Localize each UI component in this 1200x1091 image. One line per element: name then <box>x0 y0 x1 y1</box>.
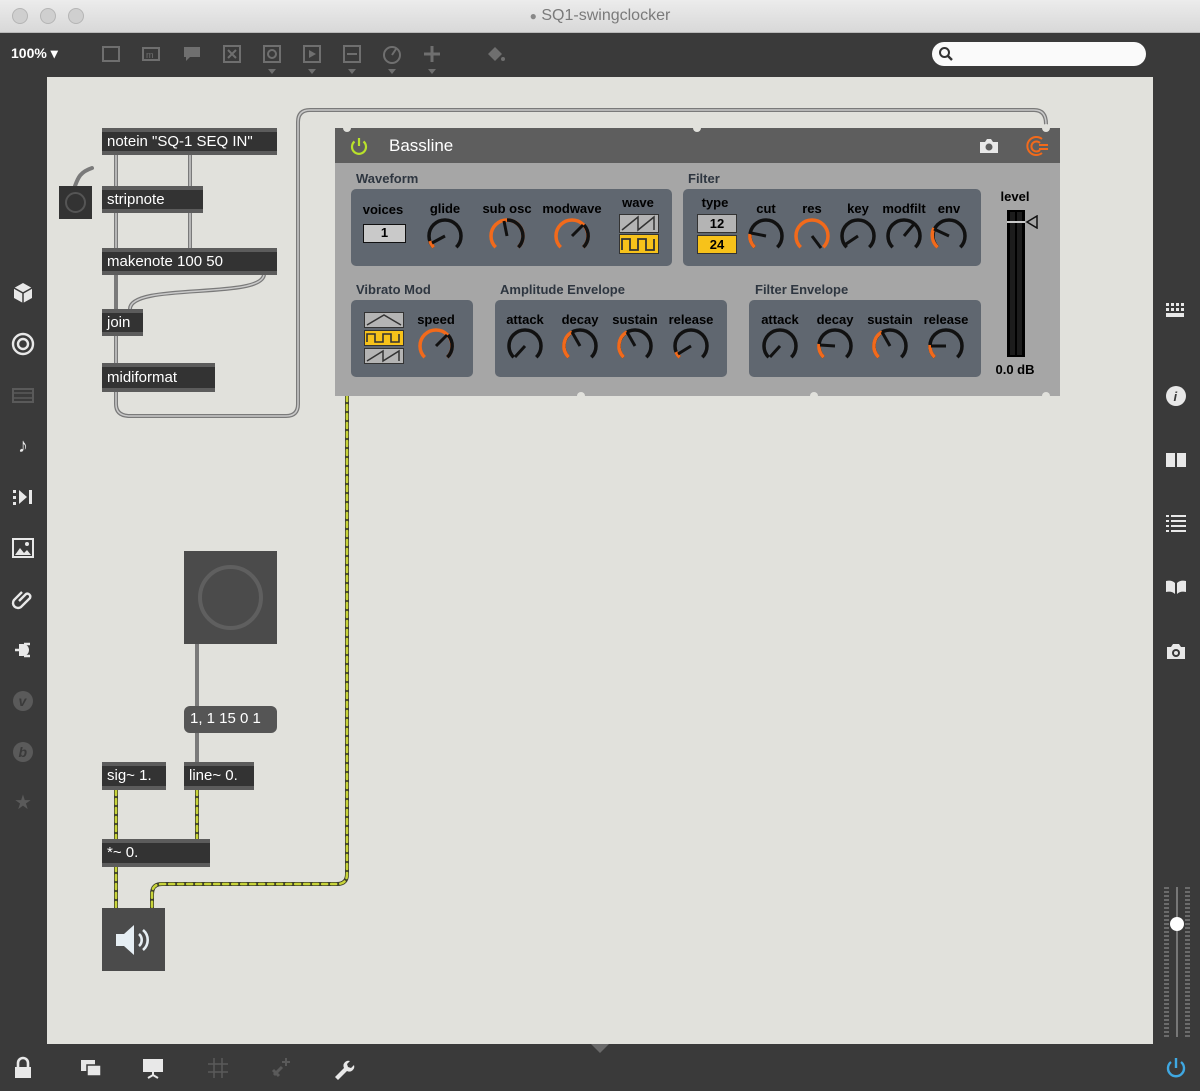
inlet-dot <box>343 124 351 132</box>
inlet-dot <box>1042 124 1050 132</box>
outlet-dot <box>810 392 818 400</box>
inlet-dot <box>693 124 701 132</box>
outlet-dot <box>1042 392 1050 400</box>
outlet-dot <box>577 392 585 400</box>
bpatcher-ports <box>343 124 1050 400</box>
